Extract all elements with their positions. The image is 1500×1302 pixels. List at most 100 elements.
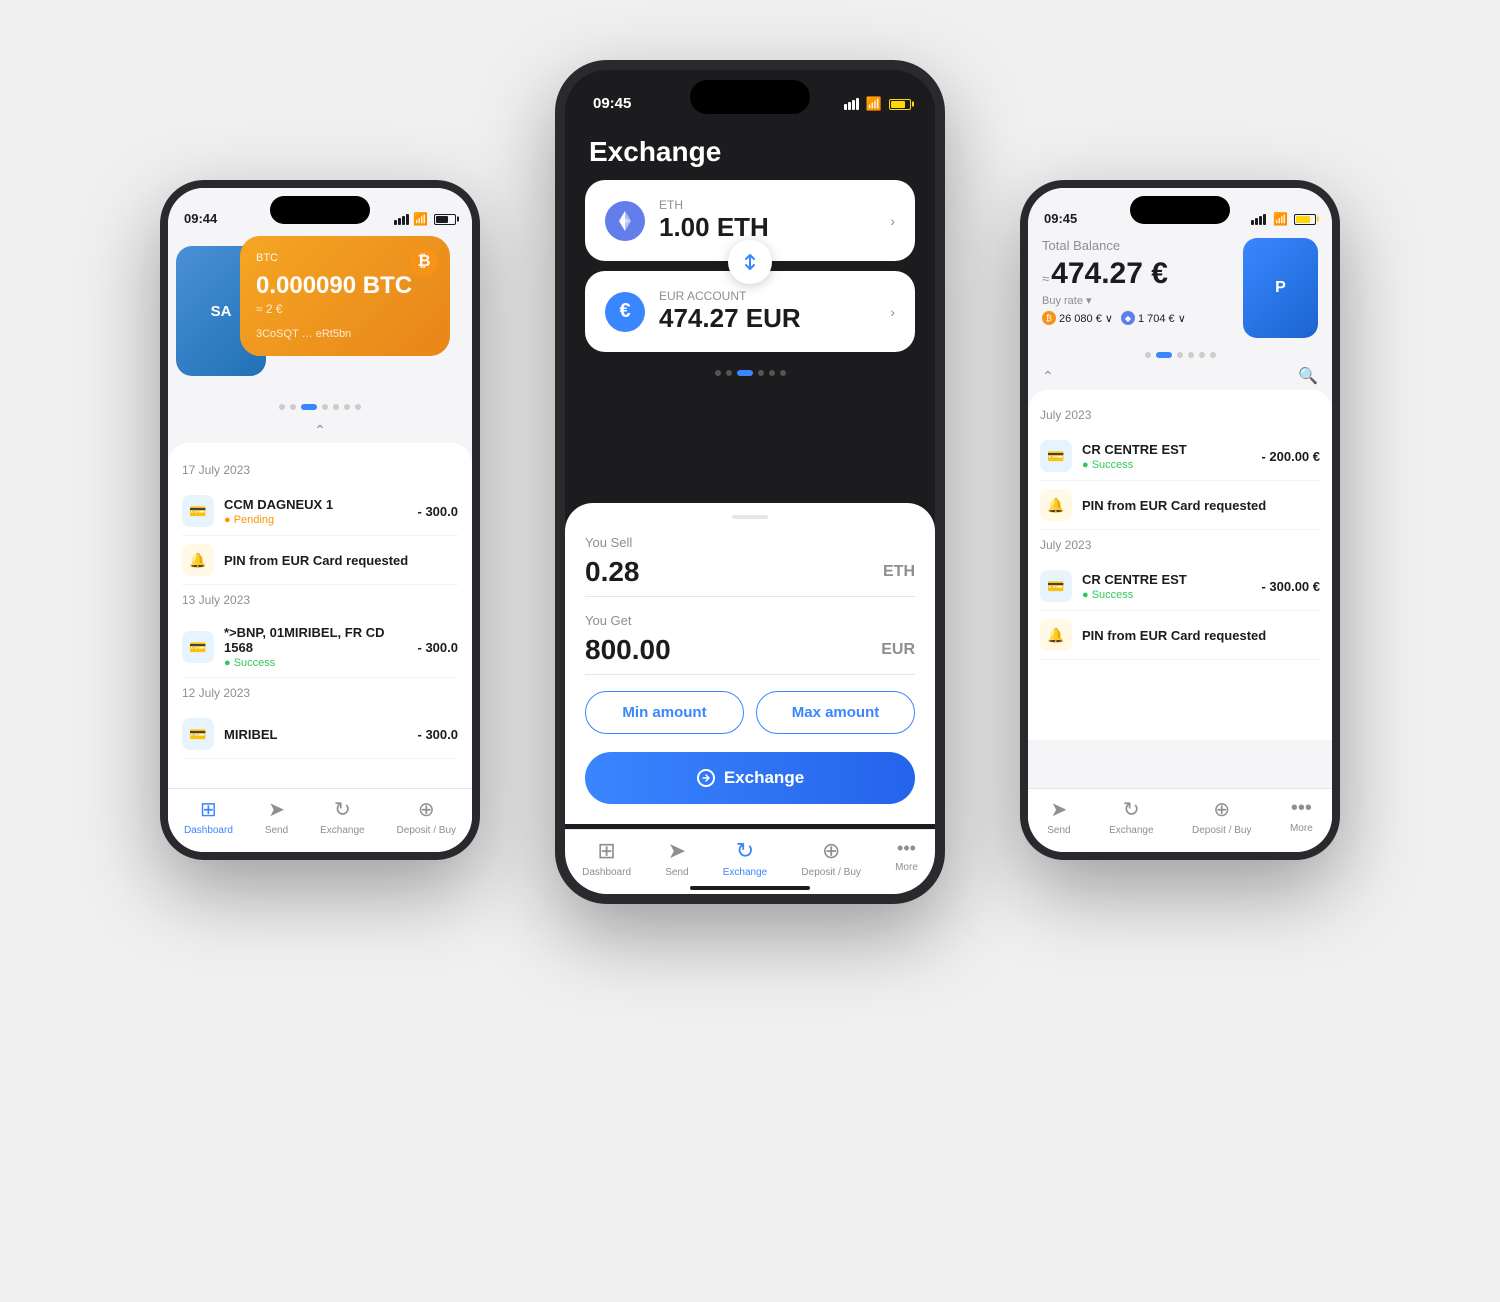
min-amount-button[interactable]: Min amount — [585, 691, 744, 734]
center-deposit-icon: ⊕ — [822, 838, 840, 864]
right-date-2: July 2023 — [1040, 538, 1320, 552]
right-chevron-up[interactable]: ⌃ — [1042, 368, 1054, 385]
center-dashboard-icon: ⊞ — [597, 838, 615, 864]
center-nav-exchange[interactable]: ↻ Exchange — [723, 838, 767, 878]
eth-rate-item[interactable]: ◆ 1 704 € ∨ — [1121, 311, 1186, 325]
eur-card-arrow: › — [890, 304, 895, 320]
r-dot-5 — [1199, 352, 1205, 358]
get-currency: EUR — [881, 641, 915, 659]
right-txn-1[interactable]: 💳 CR CENTRE EST ● Success - 200.00 € — [1040, 432, 1320, 481]
get-label: You Get — [585, 613, 915, 628]
right-txn-name-2: CR CENTRE EST — [1082, 572, 1251, 587]
exchange-cards-container: ETH 1.00 ETH › € EUR ACCOUNT 474 — [565, 180, 935, 352]
txn-status-1: ● Pending — [224, 514, 408, 526]
center-nav-dashboard[interactable]: ⊞ Dashboard — [582, 838, 631, 878]
txn-amount-1: - 300.0 — [418, 504, 458, 519]
center-nav-deposit[interactable]: ⊕ Deposit / Buy — [801, 838, 860, 878]
r-dot-1 — [1145, 352, 1151, 358]
nav-dashboard-label: Dashboard — [184, 825, 233, 836]
right-txn-2[interactable]: 💳 CR CENTRE EST ● Success - 300.00 € — [1040, 562, 1320, 611]
transaction-row-2[interactable]: 💳 *>BNP, 01MIRIBEL, FR CD 1568 ● Success… — [182, 617, 458, 678]
center-phone: 09:45 📶 Exchange — [555, 60, 945, 904]
center-dots — [565, 362, 935, 384]
right-date-1: July 2023 — [1040, 408, 1320, 422]
date-label-2: 13 July 2023 — [182, 593, 458, 607]
right-more-icon: ••• — [1291, 797, 1312, 820]
nav-exchange-left[interactable]: ↻ Exchange — [320, 797, 364, 836]
blue-card-right[interactable]: P — [1243, 238, 1318, 338]
total-balance-amount: 474.27 € — [1051, 257, 1168, 291]
chevron-up[interactable]: ⌃ — [168, 418, 472, 443]
exchange-btn-label: Exchange — [724, 768, 804, 788]
send-icon: ➤ — [268, 797, 285, 822]
get-value[interactable]: 800.00 — [585, 634, 881, 666]
btc-rate-item[interactable]: ₿ 26 080 € ∨ — [1042, 311, 1113, 325]
dot-1 — [279, 404, 285, 410]
transaction-row-3[interactable]: 💳 MIRIBEL - 300.0 — [182, 710, 458, 759]
right-pin-2: 🔔 PIN from EUR Card requested — [1040, 611, 1320, 660]
sell-currency: ETH — [883, 563, 915, 581]
search-button[interactable]: 🔍 — [1298, 366, 1318, 386]
center-nav-more[interactable]: ••• More — [895, 838, 918, 878]
btc-address: 3CoSQT … eRt5bn — [256, 328, 434, 340]
btc-eur: ≈ 2 € — [256, 302, 434, 316]
dot-5 — [333, 404, 339, 410]
right-txn-name-1: CR CENTRE EST — [1082, 442, 1251, 457]
right-bell-2: 🔔 — [1040, 619, 1072, 651]
buy-rate-label[interactable]: Buy rate ▾ — [1042, 294, 1092, 307]
btc-amount: 0.000090 BTC — [256, 272, 434, 300]
txn-card-icon-3: 💳 — [182, 718, 214, 750]
transaction-row[interactable]: 💳 CCM DAGNEUX 1 ● Pending - 300.0 — [182, 487, 458, 536]
total-balance-label: Total Balance — [1042, 238, 1186, 253]
nav-exchange-label: Exchange — [320, 825, 364, 836]
eth-icon-small: ◆ — [1121, 311, 1135, 325]
center-more-icon: ••• — [897, 838, 916, 859]
bottom-sheet: You Sell 0.28 ETH You Get 800.00 EUR Min… — [565, 503, 935, 824]
txn-card-icon-2: 💳 — [182, 631, 214, 663]
center-exchange-label: Exchange — [723, 867, 767, 878]
sell-value[interactable]: 0.28 — [585, 556, 883, 588]
nav-deposit-left[interactable]: ⊕ Deposit / Buy — [397, 797, 456, 836]
right-exchange-icon: ↻ — [1123, 797, 1140, 822]
right-pin-text-2: PIN from EUR Card requested — [1082, 628, 1320, 643]
right-nav-more[interactable]: ••• More — [1290, 797, 1313, 836]
center-deposit-label: Deposit / Buy — [801, 867, 860, 878]
eth-card-arrow: › — [890, 213, 895, 229]
right-exchange-label: Exchange — [1109, 825, 1153, 836]
right-dynamic-island — [1130, 196, 1230, 224]
c-dot-4 — [758, 370, 764, 376]
btc-card[interactable]: BTC ₿ 0.000090 BTC ≈ 2 € 3CoSQT … eRt5bn — [240, 236, 450, 356]
right-nav-exchange[interactable]: ↻ Exchange — [1109, 797, 1153, 836]
txn-status-2: ● Success — [224, 657, 408, 669]
c-dot-1 — [715, 370, 721, 376]
dot-7 — [355, 404, 361, 410]
right-bell-1: 🔔 — [1040, 489, 1072, 521]
nav-dashboard-left[interactable]: ⊞ Dashboard — [184, 797, 233, 836]
right-nav-deposit[interactable]: ⊕ Deposit / Buy — [1192, 797, 1251, 836]
right-more-label: More — [1290, 823, 1313, 834]
swap-button[interactable] — [728, 240, 772, 284]
r-dot-3 — [1177, 352, 1183, 358]
max-amount-button[interactable]: Max amount — [756, 691, 915, 734]
eth-amount: 1.00 ETH — [659, 212, 876, 243]
dot-6 — [344, 404, 350, 410]
right-send-label: Send — [1047, 825, 1070, 836]
sell-input-group: You Sell 0.28 ETH — [585, 535, 915, 597]
left-status-time: 09:44 — [184, 211, 217, 226]
nav-send-left[interactable]: ➤ Send — [265, 797, 288, 836]
bell-icon: 🔔 — [182, 544, 214, 576]
exchange-icon: ↻ — [334, 797, 351, 822]
right-txn-icon-1: 💳 — [1040, 440, 1072, 472]
left-status-icons: 📶 — [394, 212, 456, 226]
txn-amount-3: - 300.0 — [418, 727, 458, 742]
exchange-submit-button[interactable]: Exchange — [585, 752, 915, 804]
blue-card-label: P — [1275, 279, 1286, 297]
center-dynamic-island — [690, 80, 810, 114]
center-nav-send[interactable]: ➤ Send — [665, 838, 688, 878]
right-txn-amount-2: - 300.00 € — [1261, 579, 1320, 594]
right-nav-send[interactable]: ➤ Send — [1047, 797, 1070, 836]
get-input-row[interactable]: 800.00 EUR — [585, 634, 915, 675]
deposit-icon: ⊕ — [418, 797, 435, 822]
sell-input-row[interactable]: 0.28 ETH — [585, 556, 915, 597]
btc-card-label: BTC — [256, 252, 434, 264]
